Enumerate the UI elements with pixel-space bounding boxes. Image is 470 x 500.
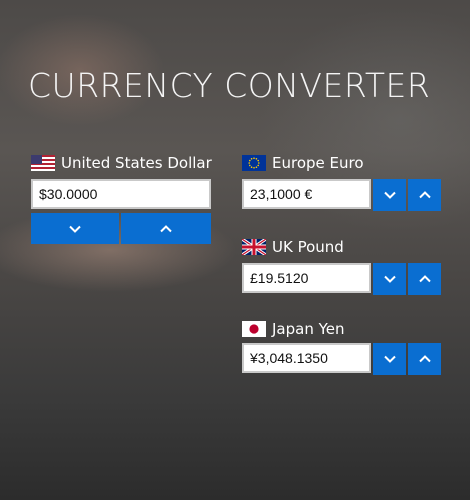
gbp-decrease-button[interactable] <box>373 263 406 295</box>
currency-label-jpy: Japan Yen <box>242 319 345 339</box>
currency-label-gbp: UK Pound <box>242 237 344 257</box>
usd-amount-field[interactable] <box>39 186 203 202</box>
gbp-amount-field[interactable] <box>250 270 363 286</box>
currency-name: UK Pound <box>272 238 344 256</box>
jpy-amount-field[interactable] <box>250 350 363 366</box>
eur-amount-input[interactable] <box>242 179 371 209</box>
eur-increase-button[interactable] <box>408 179 441 211</box>
currency-label-eur: Europe Euro <box>242 153 364 173</box>
eu-flag-icon <box>242 155 266 171</box>
chevron-down-icon <box>383 275 396 283</box>
page-title: CURRENCY CONVERTER <box>28 66 431 105</box>
chevron-down-icon <box>383 355 396 363</box>
eur-decrease-button[interactable] <box>373 179 406 211</box>
jp-flag-icon <box>242 321 266 337</box>
chevron-up-icon <box>160 224 172 232</box>
uk-flag-icon <box>242 239 266 255</box>
usd-increase-button[interactable] <box>121 213 211 244</box>
chevron-up-icon <box>418 191 431 199</box>
jpy-increase-button[interactable] <box>408 343 441 375</box>
currency-label-usd: United States Dollar <box>31 153 212 173</box>
jpy-amount-input[interactable] <box>242 343 371 373</box>
jpy-decrease-button[interactable] <box>373 343 406 375</box>
chevron-down-icon <box>69 225 81 233</box>
chevron-up-icon <box>418 275 431 283</box>
chevron-up-icon <box>418 355 431 363</box>
usd-amount-input[interactable] <box>31 179 211 209</box>
gbp-increase-button[interactable] <box>408 263 441 295</box>
currency-name: United States Dollar <box>61 154 212 172</box>
currency-name: Europe Euro <box>272 154 364 172</box>
gbp-amount-input[interactable] <box>242 263 371 293</box>
usd-decrease-button[interactable] <box>31 213 119 244</box>
chevron-down-icon <box>383 191 396 199</box>
currency-name: Japan Yen <box>272 320 345 338</box>
eur-amount-field[interactable] <box>250 186 363 202</box>
us-flag-icon <box>31 155 55 171</box>
